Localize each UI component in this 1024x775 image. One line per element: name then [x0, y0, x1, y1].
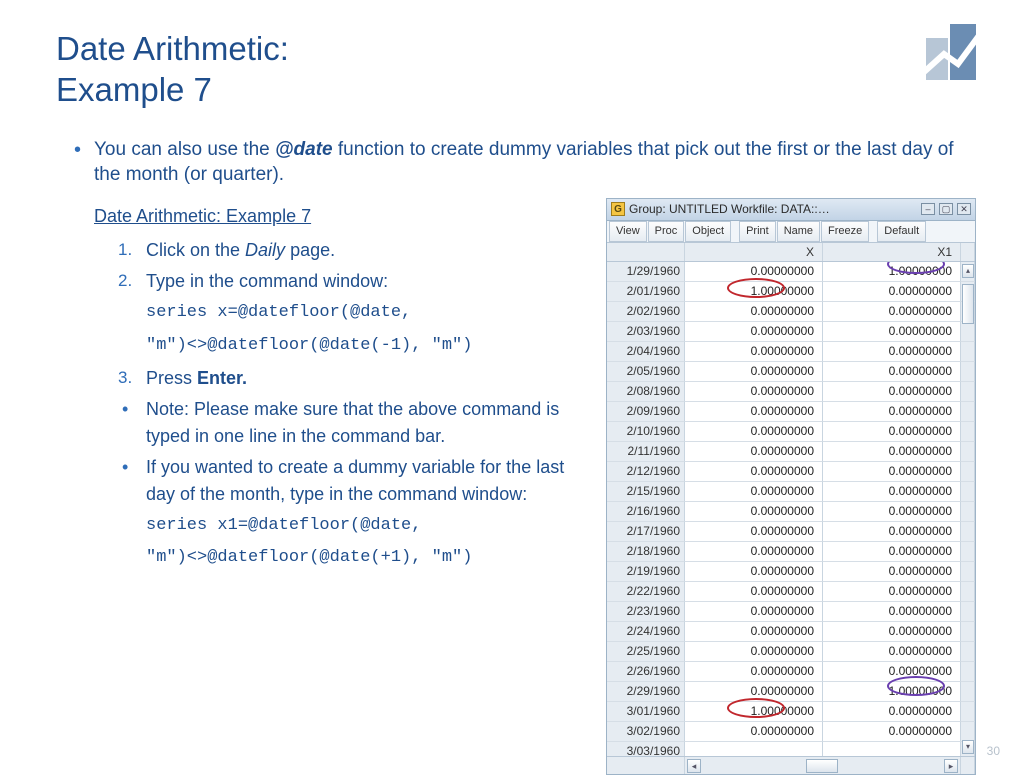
eviews-column-headers: X X1 [607, 243, 975, 262]
table-row[interactable]: 2/11/19600.000000000.00000000 [607, 442, 975, 462]
hscroll-thumb[interactable] [806, 759, 838, 773]
code-block-2a: series x1=@datefloor(@date, [146, 512, 594, 541]
tb-freeze[interactable]: Freeze [821, 221, 869, 242]
code-block-2b: "m")<>@datefloor(@date(+1), "m") [146, 544, 594, 573]
table-row[interactable]: 2/09/19600.000000000.00000000 [607, 402, 975, 422]
maximize-icon[interactable]: ▢ [939, 203, 953, 215]
table-row[interactable]: 1/29/19600.000000001.00000000 [607, 262, 975, 282]
step-1: Click on the Daily page. [118, 237, 594, 264]
tb-name[interactable]: Name [777, 221, 820, 242]
table-row[interactable]: 2/05/19600.000000000.00000000 [607, 362, 975, 382]
eviews-grid: ▴ ▾ 1/29/19600.000000001.000000002/01/19… [607, 262, 975, 756]
vscroll-thumb[interactable] [962, 284, 974, 324]
scroll-left-icon[interactable]: ◂ [687, 759, 701, 773]
table-row[interactable]: 2/18/19600.000000000.00000000 [607, 542, 975, 562]
table-row[interactable]: 3/03/1960 [607, 742, 975, 756]
table-row[interactable]: 2/17/19600.000000000.00000000 [607, 522, 975, 542]
scroll-right-icon[interactable]: ▸ [944, 759, 958, 773]
table-row[interactable]: 2/02/19600.000000000.00000000 [607, 302, 975, 322]
tb-default[interactable]: Default [877, 221, 926, 242]
note-1: Note: Please make sure that the above co… [118, 396, 594, 450]
table-row[interactable]: 2/29/19600.000000001.00000000 [607, 682, 975, 702]
tb-view[interactable]: View [609, 221, 647, 242]
table-row[interactable]: 2/23/19600.000000000.00000000 [607, 602, 975, 622]
intro-text: You can also use the @date function to c… [56, 137, 976, 188]
eviews-titlebar[interactable]: G Group: UNTITLED Workfile: DATA::… – ▢ … [607, 199, 975, 221]
table-row[interactable]: 2/24/19600.000000000.00000000 [607, 622, 975, 642]
scroll-down-icon[interactable]: ▾ [962, 740, 974, 754]
table-row[interactable]: 2/22/19600.000000000.00000000 [607, 582, 975, 602]
tb-proc[interactable]: Proc [648, 221, 685, 242]
eviews-toolbar: View Proc Object Print Name Freeze Defau… [607, 221, 975, 243]
table-row[interactable]: 2/19/19600.000000000.00000000 [607, 562, 975, 582]
table-row[interactable]: 2/12/19600.000000000.00000000 [607, 462, 975, 482]
table-row[interactable]: 2/01/19601.000000000.00000000 [607, 282, 975, 302]
close-icon[interactable]: ✕ [957, 203, 971, 215]
table-row[interactable]: 2/16/19600.000000000.00000000 [607, 502, 975, 522]
code-block-1a: series x=@datefloor(@date, [146, 299, 594, 328]
table-row[interactable]: 2/03/19600.000000000.00000000 [607, 322, 975, 342]
step-2: Type in the command window: [118, 268, 594, 295]
code-block-1b: "m")<>@datefloor(@date(-1), "m") [146, 332, 594, 361]
tb-print[interactable]: Print [739, 221, 776, 242]
chart-logo-icon [920, 20, 990, 80]
table-row[interactable]: 3/02/19600.000000000.00000000 [607, 722, 975, 742]
scroll-up-icon[interactable]: ▴ [962, 264, 974, 278]
table-row[interactable]: 2/04/19600.000000000.00000000 [607, 342, 975, 362]
step-3: Press Enter. [118, 365, 594, 392]
tb-object[interactable]: Object [685, 221, 731, 242]
col-x[interactable]: X [685, 243, 823, 261]
table-row[interactable]: 2/25/19600.000000000.00000000 [607, 642, 975, 662]
table-row[interactable]: 2/15/19600.000000000.00000000 [607, 482, 975, 502]
page-number: 30 [987, 744, 1000, 758]
example-subhead: Date Arithmetic: Example 7 [94, 206, 594, 227]
table-row[interactable]: 2/08/19600.000000000.00000000 [607, 382, 975, 402]
eviews-hscroll: ◂ ▸ [607, 756, 975, 774]
note-2: If you wanted to create a dummy variable… [118, 454, 594, 508]
eviews-window: G Group: UNTITLED Workfile: DATA::… – ▢ … [606, 198, 976, 775]
minimize-icon[interactable]: – [921, 203, 935, 215]
slide-title: Date Arithmetic: Example 7 [56, 28, 976, 111]
table-row[interactable]: 3/01/19601.000000000.00000000 [607, 702, 975, 722]
eviews-title-text: Group: UNTITLED Workfile: DATA::… [629, 202, 917, 216]
col-x1[interactable]: X1 [823, 243, 961, 261]
group-icon: G [611, 202, 625, 216]
table-row[interactable]: 2/26/19600.000000000.00000000 [607, 662, 975, 682]
table-row[interactable]: 2/10/19600.000000000.00000000 [607, 422, 975, 442]
